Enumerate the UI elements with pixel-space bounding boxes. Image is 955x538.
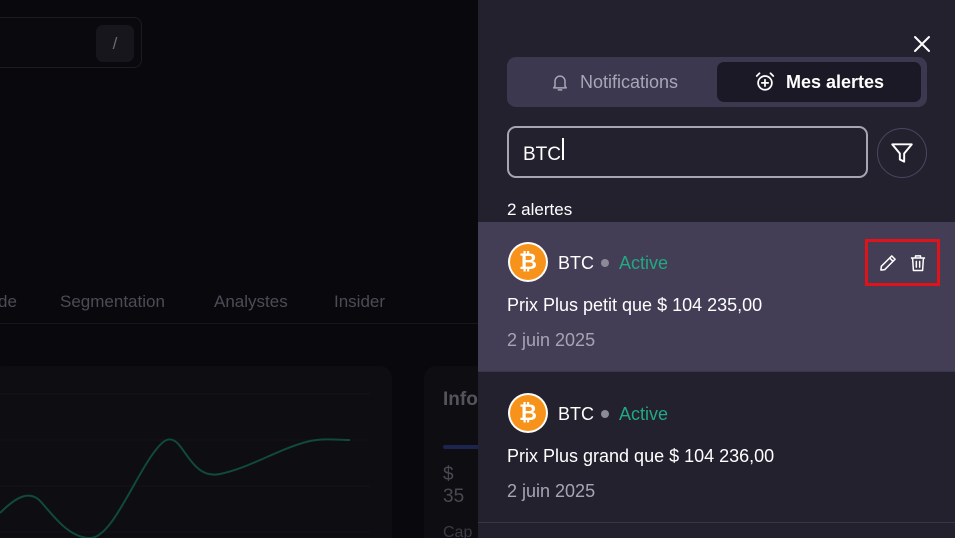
status-dot (601, 410, 609, 418)
trash-icon (910, 254, 925, 271)
background-info-sub: Cap (443, 524, 473, 538)
alert-status: Active (619, 253, 669, 273)
alert-search-value: BTC (523, 144, 561, 165)
background-tab-insider: Insider (334, 292, 386, 311)
alarm-clock-plus-icon (755, 72, 775, 91)
background-page: / de Segmentation Analystes Insider Info… (0, 0, 478, 538)
search-shortcut-key: / (96, 25, 134, 62)
filter-icon (891, 143, 913, 163)
bell-icon (552, 75, 567, 91)
background-tab-bar: de Segmentation Analystes Insider (0, 290, 478, 324)
close-icon (914, 36, 930, 52)
bitcoin-symbol: ₿ (510, 244, 546, 280)
tab-mes-alertes-label: Mes alertes (785, 71, 885, 92)
tab-notifications-label: Notifications (579, 71, 679, 92)
alert-symbol: BTC (558, 253, 594, 273)
text-caret (562, 138, 564, 160)
bitcoin-symbol: ₿ (510, 395, 546, 431)
alert-condition: Prix Plus grand que $ 104 236,00 (507, 446, 775, 466)
background-info-title: Info (443, 389, 478, 410)
bitcoin-logo-icon: ₿ (508, 242, 548, 282)
alert-condition: Prix Plus petit que $ 104 235,00 (507, 295, 763, 315)
alert-symbol: BTC (558, 404, 594, 424)
status-dot (601, 259, 609, 267)
edit-alert-button[interactable] (878, 253, 898, 273)
delete-alert-button[interactable] (908, 253, 928, 273)
alert-date: 2 juin 2025 (507, 330, 596, 350)
alert-search-box[interactable]: BTC (507, 126, 868, 178)
background-chart-series (0, 438, 351, 538)
background-info-bar (443, 445, 478, 449)
alert-actions-highlight (865, 239, 940, 286)
background-tab-analystes: Analystes (214, 292, 288, 311)
filter-button[interactable] (877, 128, 927, 178)
background-tab: de (0, 292, 17, 311)
drawer-tab-switcher: Notifications Mes alertes (507, 57, 927, 107)
pencil-icon (879, 254, 896, 271)
bitcoin-logo-icon: ₿ (508, 393, 548, 433)
background-info-value: $ 35 (443, 464, 465, 507)
alert-item[interactable]: ₿ BTC Active Prix Plus grand que $ 104 2… (478, 373, 955, 523)
alert-search-input[interactable]: BTC (523, 138, 843, 166)
background-tab-segmentation: Segmentation (60, 292, 165, 311)
tab-mes-alertes[interactable]: Mes alertes (717, 62, 921, 102)
background-line-chart (0, 393, 370, 538)
alerts-drawer: Notifications Mes alertes BTC 2 alertes … (478, 0, 955, 538)
alert-date: 2 juin 2025 (507, 481, 596, 501)
tab-notifications[interactable]: Notifications (513, 62, 715, 102)
alert-item[interactable]: ₿ BTC Active Prix Plus petit que $ 104 2… (478, 222, 955, 372)
alert-status: Active (619, 404, 669, 424)
close-drawer-button[interactable] (908, 30, 936, 58)
alert-count: 2 alertes (507, 200, 573, 219)
